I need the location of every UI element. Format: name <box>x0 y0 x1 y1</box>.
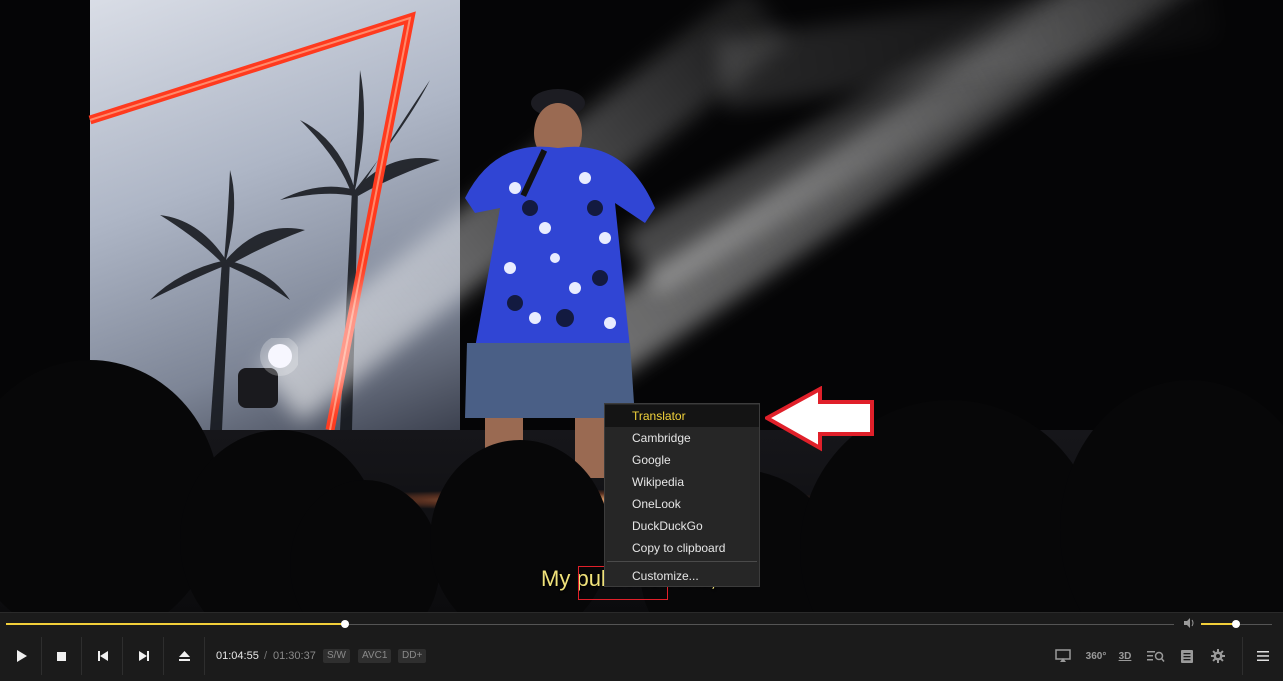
cast-icon <box>1055 649 1071 662</box>
menu-item-customize[interactable]: Customize... <box>605 565 759 587</box>
time-separator: / <box>264 650 268 662</box>
eject-icon <box>179 651 190 661</box>
3d-icon: 3D <box>1118 650 1132 662</box>
callout-arrow-icon <box>765 386 874 452</box>
audio-codec-badge[interactable]: DD+ <box>398 649 427 663</box>
next-icon <box>138 651 149 661</box>
volume-handle[interactable] <box>1231 620 1240 628</box>
playlist-icon <box>1181 649 1193 663</box>
stop-button[interactable] <box>42 637 82 675</box>
menu-item-google[interactable]: Google <box>605 449 759 471</box>
playlist-button[interactable] <box>1179 647 1195 665</box>
menu-item-duckduckgo[interactable]: DuckDuckGo <box>605 515 759 537</box>
total-time[interactable]: 01:30:37 <box>273 650 316 662</box>
volume-icon[interactable] <box>1183 617 1197 631</box>
audience-head <box>1060 380 1283 612</box>
menu-item-onelook[interactable]: OneLook <box>605 493 759 515</box>
stage-lamp <box>238 338 298 408</box>
current-time: 01:04:55 <box>216 650 259 662</box>
subtitle-sw-badge[interactable]: S/W <box>323 649 350 663</box>
search-subtitle-icon <box>1147 651 1165 662</box>
eject-button[interactable] <box>165 637 205 675</box>
video-codec-badge[interactable]: AVC1 <box>358 649 392 663</box>
menu-item-copy-to-clipboard[interactable]: Copy to clipboard <box>605 537 759 559</box>
player-control-bar: 01:04:55 / 01:30:37 S/W AVC1 DD+ 360° 3D <box>0 612 1283 681</box>
play-button[interactable] <box>2 637 42 675</box>
3d-button[interactable]: 3D <box>1115 647 1135 665</box>
next-button[interactable] <box>124 637 164 675</box>
cast-button[interactable] <box>1054 647 1072 665</box>
subtitle-text-before: My <box>541 566 577 591</box>
seekbar-handle[interactable] <box>340 620 349 628</box>
menu-item-cambridge[interactable]: Cambridge <box>605 427 759 449</box>
menu-icon <box>1256 651 1269 661</box>
360-icon: 360° <box>1085 650 1107 662</box>
volume-level <box>1201 623 1236 625</box>
stop-icon <box>57 651 66 661</box>
menu-item-translator[interactable]: Translator <box>605 405 759 427</box>
360-button[interactable]: 360° <box>1083 647 1109 665</box>
seekbar-progress <box>6 623 345 625</box>
play-icon <box>16 650 27 662</box>
main-menu-button[interactable] <box>1242 637 1282 675</box>
previous-button[interactable] <box>83 637 123 675</box>
menu-separator <box>607 561 757 562</box>
previous-icon <box>97 651 108 661</box>
subtitle-search-button[interactable] <box>1146 647 1166 665</box>
settings-button[interactable] <box>1209 647 1227 665</box>
menu-item-wikipedia[interactable]: Wikipedia <box>605 471 759 493</box>
dictionary-context-menu: Translator Cambridge Google Wikipedia On… <box>604 403 760 587</box>
settings-icon <box>1211 649 1225 663</box>
